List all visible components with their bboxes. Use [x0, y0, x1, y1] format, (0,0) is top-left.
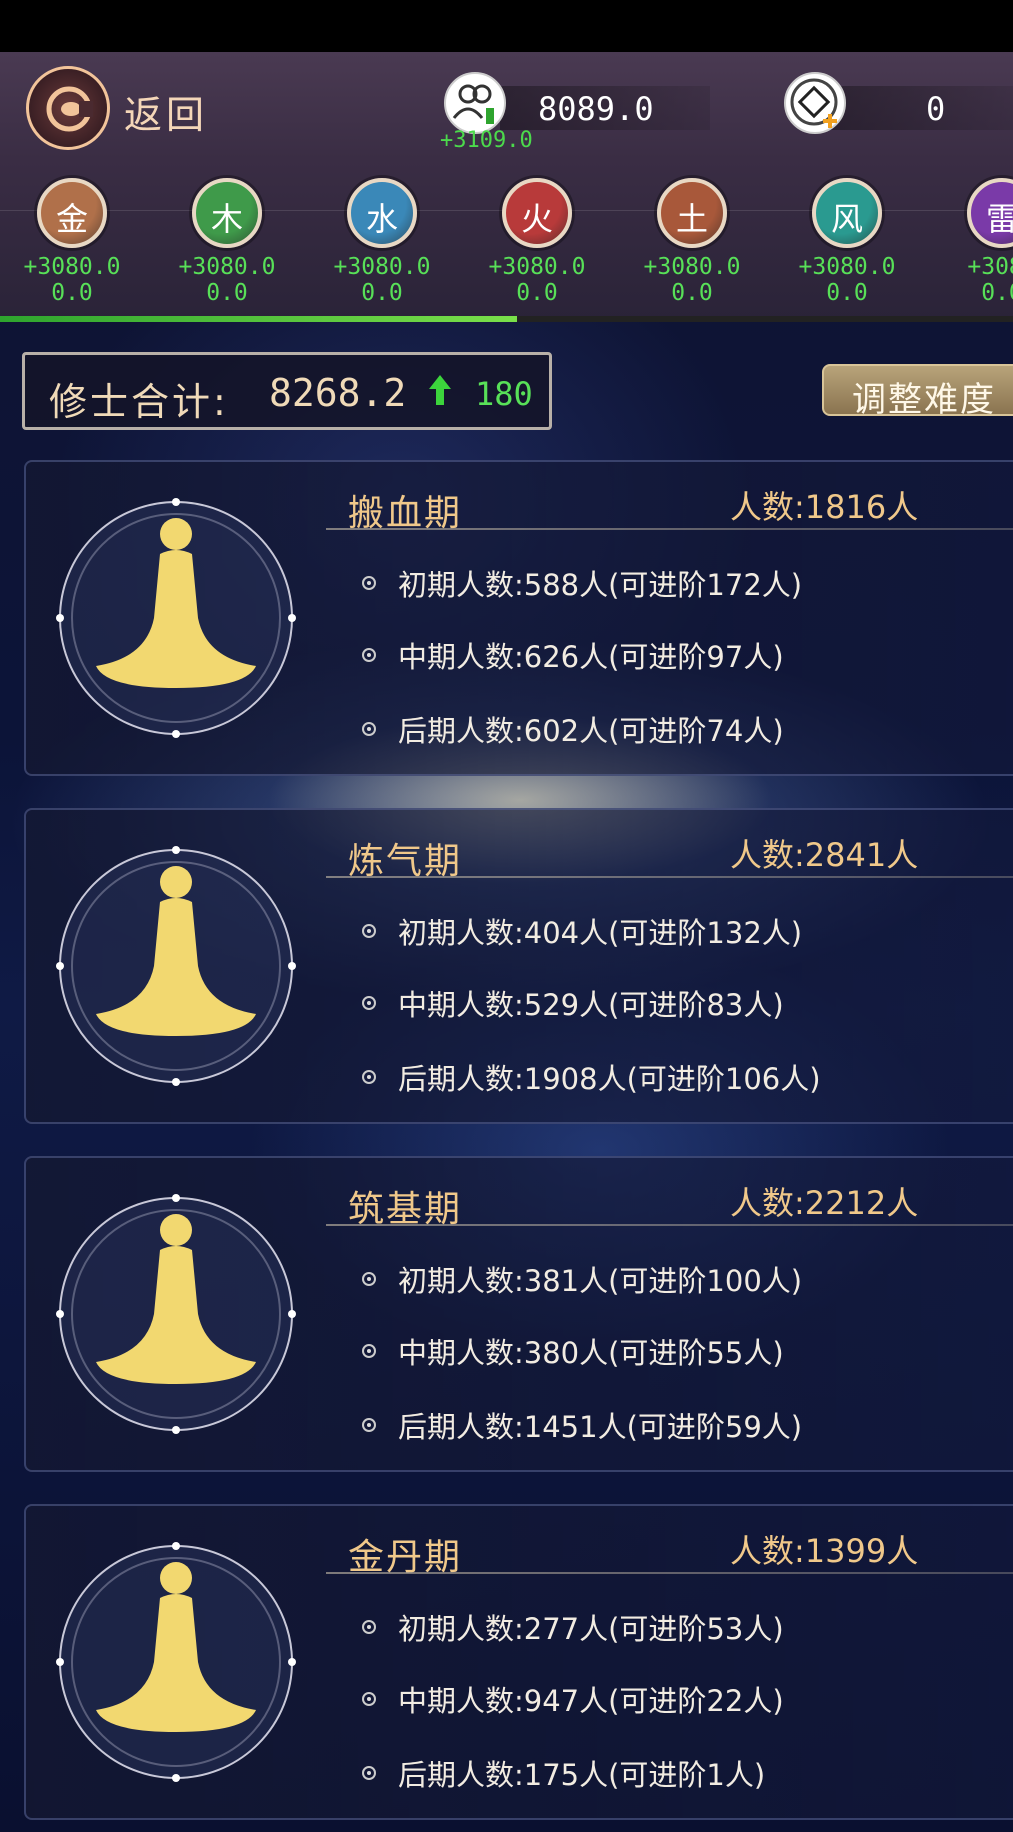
element-item[interactable]: 雷 +30800.0 [942, 178, 1013, 306]
stage-row: 后期人数:1908人(可进阶106人) [398, 1062, 821, 1096]
stage-row: 后期人数:1451人(可进阶59人) [398, 1410, 803, 1444]
stage-row: 初期人数:277人(可进阶53人) [398, 1612, 784, 1646]
total-value: 8268.2 [269, 371, 407, 415]
stage-divider [326, 1572, 1013, 1574]
element-item[interactable]: 风 +3080.0 0.0 [787, 178, 907, 306]
stage-row: 初期人数:404人(可进阶132人) [398, 916, 803, 950]
element-name: 雷 [985, 200, 1013, 238]
stage-row: 初期人数:381人(可进阶100人) [398, 1264, 803, 1298]
adjust-difficulty-button[interactable]: 调整难度 [822, 364, 1013, 420]
element-gain: +3080.0 [333, 254, 431, 280]
element-orb-icon: 火 [502, 178, 572, 248]
element-name: 金 [55, 200, 88, 238]
meditation-figure-icon [56, 1194, 296, 1434]
back-button[interactable] [26, 66, 110, 150]
bullet-icon [362, 1344, 376, 1358]
element-gain: +3080.0 [643, 254, 741, 280]
stage-divider [326, 876, 1013, 878]
element-name: 土 [675, 200, 708, 238]
element-item[interactable]: 水 +3080.0 0.0 [322, 178, 442, 306]
element-name: 木 [210, 200, 243, 238]
stage-row: 中期人数:626人(可进阶97人) [398, 640, 784, 674]
stage-count: 人数:2841人 [730, 836, 919, 874]
total-gain: 180 [475, 375, 533, 413]
bullet-icon [362, 1766, 376, 1780]
stage-row: 后期人数:175人(可进阶1人) [398, 1758, 766, 1792]
currency-pill [820, 86, 1013, 130]
element-orb-icon: 水 [347, 178, 417, 248]
stage-divider [326, 528, 1013, 530]
element-gain: +3080.0 [798, 254, 896, 280]
bullet-icon [362, 648, 376, 662]
element-item[interactable]: 木 +3080.0 0.0 [167, 178, 287, 306]
element-name: 火 [520, 200, 553, 238]
element-orb-icon: 金 [37, 178, 107, 248]
stage-row: 中期人数:529人(可进阶83人) [398, 988, 784, 1022]
element-gain: +3080.0 [488, 254, 586, 280]
element-current: 0.0 [981, 280, 1013, 306]
stage-count: 人数:1816人 [730, 488, 919, 526]
element-current: 0.0 [516, 280, 558, 306]
element-gain: +3080 [967, 254, 1013, 280]
progress-track [0, 316, 1013, 322]
back-label[interactable]: 返回 [124, 84, 208, 139]
bullet-icon [362, 1070, 376, 1084]
bullet-icon [362, 1272, 376, 1286]
bullet-icon [362, 576, 376, 590]
stage-count: 人数:2212人 [730, 1184, 919, 1222]
stage-card[interactable]: 炼气期 人数:2841人 初期人数:404人(可进阶132人) 中期人数:529人(可… [24, 808, 1013, 1124]
bullet-icon [362, 924, 376, 938]
element-current: 0.0 [51, 280, 93, 306]
stage-row: 初期人数:588人(可进阶172人) [398, 568, 803, 602]
element-current: 0.0 [206, 280, 248, 306]
element-gain: +3080.0 [23, 254, 121, 280]
up-arrow-icon [429, 375, 451, 405]
bullet-icon [362, 996, 376, 1010]
total-label: 修士合计: [49, 380, 229, 424]
cultivator-total-box: 修士合计: 8268.2 180 [22, 352, 552, 430]
element-name: 水 [365, 200, 398, 238]
stage-divider [326, 1224, 1013, 1226]
bullet-icon [362, 1620, 376, 1634]
people-icon[interactable] [444, 72, 506, 134]
element-name: 风 [830, 200, 863, 238]
element-item[interactable]: 金 +3080.0 0.0 [12, 178, 132, 306]
population-delta: +3109.0 [440, 128, 533, 153]
population-value: 8089.0 [538, 90, 654, 128]
bullet-icon [362, 1418, 376, 1432]
adjust-difficulty-label: 调整难度 [852, 380, 996, 420]
element-orb-icon: 土 [657, 178, 727, 248]
element-item[interactable]: 土 +3080.0 0.0 [632, 178, 752, 306]
element-current: 0.0 [361, 280, 403, 306]
status-bar [0, 0, 1013, 52]
stage-count: 人数:1399人 [730, 1532, 919, 1570]
element-orb-icon: 风 [812, 178, 882, 248]
stage-card[interactable]: 筑基期 人数:2212人 初期人数:381人(可进阶100人) 中期人数:380人(可… [24, 1156, 1013, 1472]
element-orb-icon: 雷 [967, 178, 1013, 248]
currency-value: 0 [926, 90, 946, 128]
stage-row: 中期人数:380人(可进阶55人) [398, 1336, 784, 1370]
progress-fill [0, 316, 517, 322]
stage-row: 后期人数:602人(可进阶74人) [398, 714, 784, 748]
element-orb-icon: 木 [192, 178, 262, 248]
stage-card[interactable]: 搬血期 人数:1816人 初期人数:588人(可进阶172人) 中期人数:626人(可… [24, 460, 1013, 776]
back-arrow-icon [46, 86, 93, 132]
element-item[interactable]: 火 +3080.0 0.0 [477, 178, 597, 306]
stage-card[interactable]: 金丹期 人数:1399人 初期人数:277人(可进阶53人) 中期人数:947人(可进… [24, 1504, 1013, 1820]
element-current: 0.0 [826, 280, 868, 306]
bullet-icon [362, 1692, 376, 1706]
coin-plus-icon[interactable] [784, 72, 846, 134]
element-gain: +3080.0 [178, 254, 276, 280]
bullet-icon [362, 722, 376, 736]
meditation-figure-icon [56, 846, 296, 1086]
stage-row: 中期人数:947人(可进阶22人) [398, 1684, 784, 1718]
element-current: 0.0 [671, 280, 713, 306]
meditation-figure-icon [56, 1542, 296, 1782]
meditation-figure-icon [56, 498, 296, 738]
